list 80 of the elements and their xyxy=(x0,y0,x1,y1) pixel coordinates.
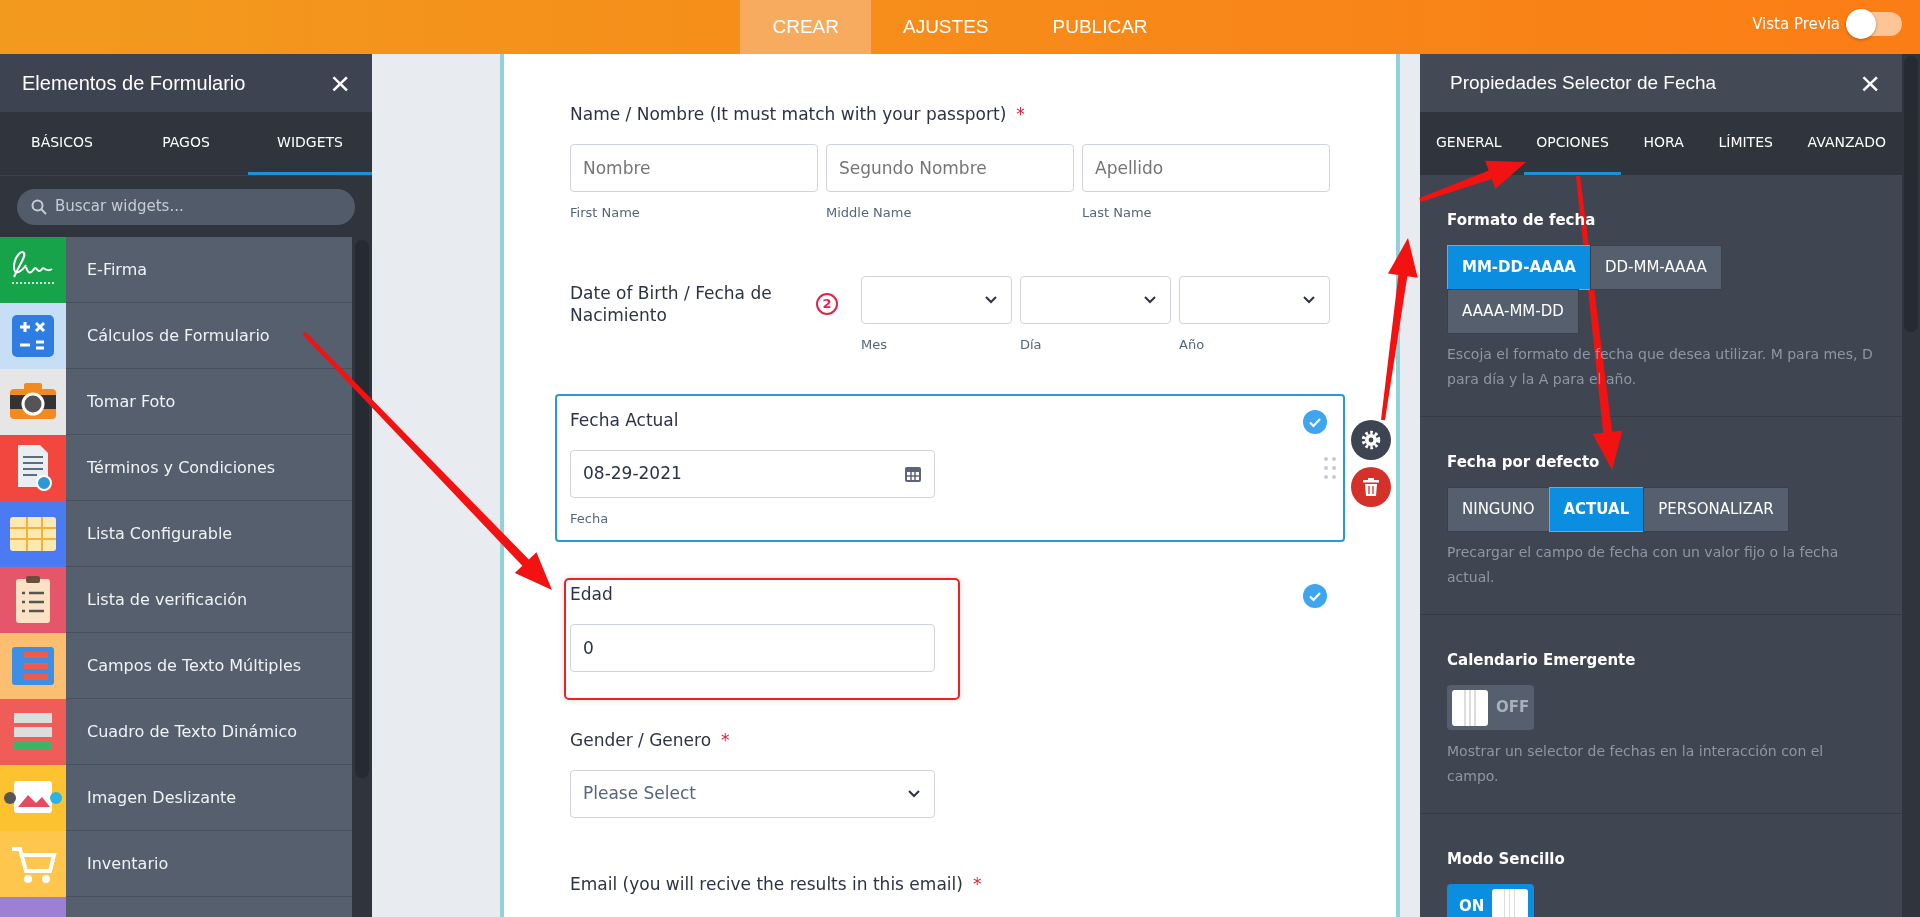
option-button[interactable]: AAAA-MM-DD xyxy=(1447,289,1579,334)
help-text: Mostrar un selector de fechas en la interacción con el campo. xyxy=(1447,742,1825,786)
panel-title: Elementos de Formulario xyxy=(22,71,246,96)
sub-label: Fecha xyxy=(570,510,610,528)
close-button[interactable]: × xyxy=(330,66,350,100)
panel-title: Propiedades Selector de Fecha xyxy=(1450,70,1717,95)
document-icon xyxy=(0,434,66,501)
panel-tab[interactable]: BÁSICOS xyxy=(0,112,124,175)
field-label: Date of Birth / Fecha de Nacimiento xyxy=(570,282,773,326)
required-mark: * xyxy=(972,873,982,896)
widget-item[interactable]: Cuadro de Texto Dinámico xyxy=(0,699,352,765)
panel-tab[interactable]: PAGOS xyxy=(124,112,248,175)
widget-item[interactable]: Términos y Condiciones xyxy=(0,435,352,501)
delete-button[interactable] xyxy=(1351,467,1391,507)
option-button[interactable]: MM-DD-AAAA xyxy=(1447,245,1591,290)
preview-label: Vista Previa xyxy=(1752,13,1840,35)
date-field[interactable]: 08-29-2021 xyxy=(570,450,935,498)
calculator-icon xyxy=(0,302,66,369)
sub-label: First Name xyxy=(570,204,641,222)
required-mark: * xyxy=(1016,103,1025,126)
widget-item[interactable]: Campos de Texto Múltiples xyxy=(0,633,352,699)
image-icon xyxy=(0,764,66,831)
panel-tab[interactable]: AVANZADO xyxy=(1795,112,1898,175)
widget-item[interactable]: E-Firma xyxy=(0,237,352,303)
field-label: Edad xyxy=(570,583,613,606)
scrollbar[interactable] xyxy=(355,240,369,778)
cart-icon xyxy=(0,830,66,897)
panel-tab[interactable]: LÍMITES xyxy=(1706,112,1785,175)
option-button[interactable]: DD-MM-AAAA xyxy=(1589,245,1722,290)
search-field[interactable]: Buscar widgets... xyxy=(17,188,355,225)
panel-tab[interactable]: HORA xyxy=(1631,112,1696,175)
sub-label: Día xyxy=(1020,336,1043,354)
input-field[interactable]: Apellido xyxy=(1082,144,1330,192)
field-label: Name / Nombre (It must match with your passport) xyxy=(570,103,1007,126)
close-button[interactable]: × xyxy=(1860,66,1880,100)
widget-item[interactable]: Inventario xyxy=(0,831,352,897)
widget-item[interactable]: Lista Configurable xyxy=(0,501,352,567)
select-field[interactable] xyxy=(1020,276,1171,324)
drag-handle-icon xyxy=(1323,456,1337,480)
select-field[interactable] xyxy=(1179,276,1330,324)
select-field[interactable] xyxy=(861,276,1012,324)
sub-label: Mes xyxy=(861,336,888,354)
clipboard-icon xyxy=(0,566,66,633)
number-badge: 2 xyxy=(816,293,838,315)
section-title: Modo Sencillo xyxy=(1447,850,1565,868)
field-label: Email (you will recive the results in this email) xyxy=(570,873,963,896)
settings-icon xyxy=(1361,430,1381,450)
widget-item[interactable]: Cálculos de Formulario xyxy=(0,303,352,369)
trash-icon xyxy=(1363,478,1379,496)
input-field[interactable]: 0 xyxy=(570,624,935,672)
section-title: Calendario Emergente xyxy=(1447,651,1636,669)
list-icon xyxy=(0,632,66,699)
panel-tab[interactable]: GENERAL xyxy=(1424,112,1514,175)
toggle-switch[interactable]: ON xyxy=(1447,884,1534,917)
search-icon xyxy=(31,198,47,215)
required-mark: * xyxy=(721,729,730,752)
section-title: Fecha por defecto xyxy=(1447,453,1600,471)
widget-item[interactable]: Imagen Deslizante xyxy=(0,765,352,831)
widget-item[interactable]: Tomar Foto xyxy=(0,369,352,435)
panel-tab[interactable]: OPCIONES xyxy=(1524,112,1621,175)
camera-icon xyxy=(0,368,66,435)
field-label: Gender / Genero xyxy=(570,729,712,752)
preview-toggle[interactable] xyxy=(1848,12,1902,36)
table-icon xyxy=(0,500,66,567)
option-button[interactable]: ACTUAL xyxy=(1548,487,1645,532)
input-field[interactable]: Nombre xyxy=(570,144,818,192)
select-field[interactable]: Please Select xyxy=(570,770,935,818)
input-field[interactable]: Segundo Nombre xyxy=(826,144,1074,192)
sub-label: Middle Name xyxy=(826,204,913,222)
widget-item[interactable]: Lista de verificación xyxy=(0,567,352,633)
field-label: Fecha Actual xyxy=(570,409,679,432)
form-rows-icon xyxy=(0,698,66,765)
settings-button[interactable] xyxy=(1351,420,1391,460)
sub-label: Año xyxy=(1179,336,1206,354)
sub-label: Last Name xyxy=(1082,204,1153,222)
signature-icon xyxy=(0,237,66,303)
option-button[interactable]: NINGUNO xyxy=(1447,487,1550,532)
option-button[interactable]: PERSONALIZAR xyxy=(1643,487,1789,532)
calendar-icon xyxy=(904,465,922,483)
help-text: Precargar el campo de fecha con un valor fijo o la fecha actual. xyxy=(1447,543,1840,587)
